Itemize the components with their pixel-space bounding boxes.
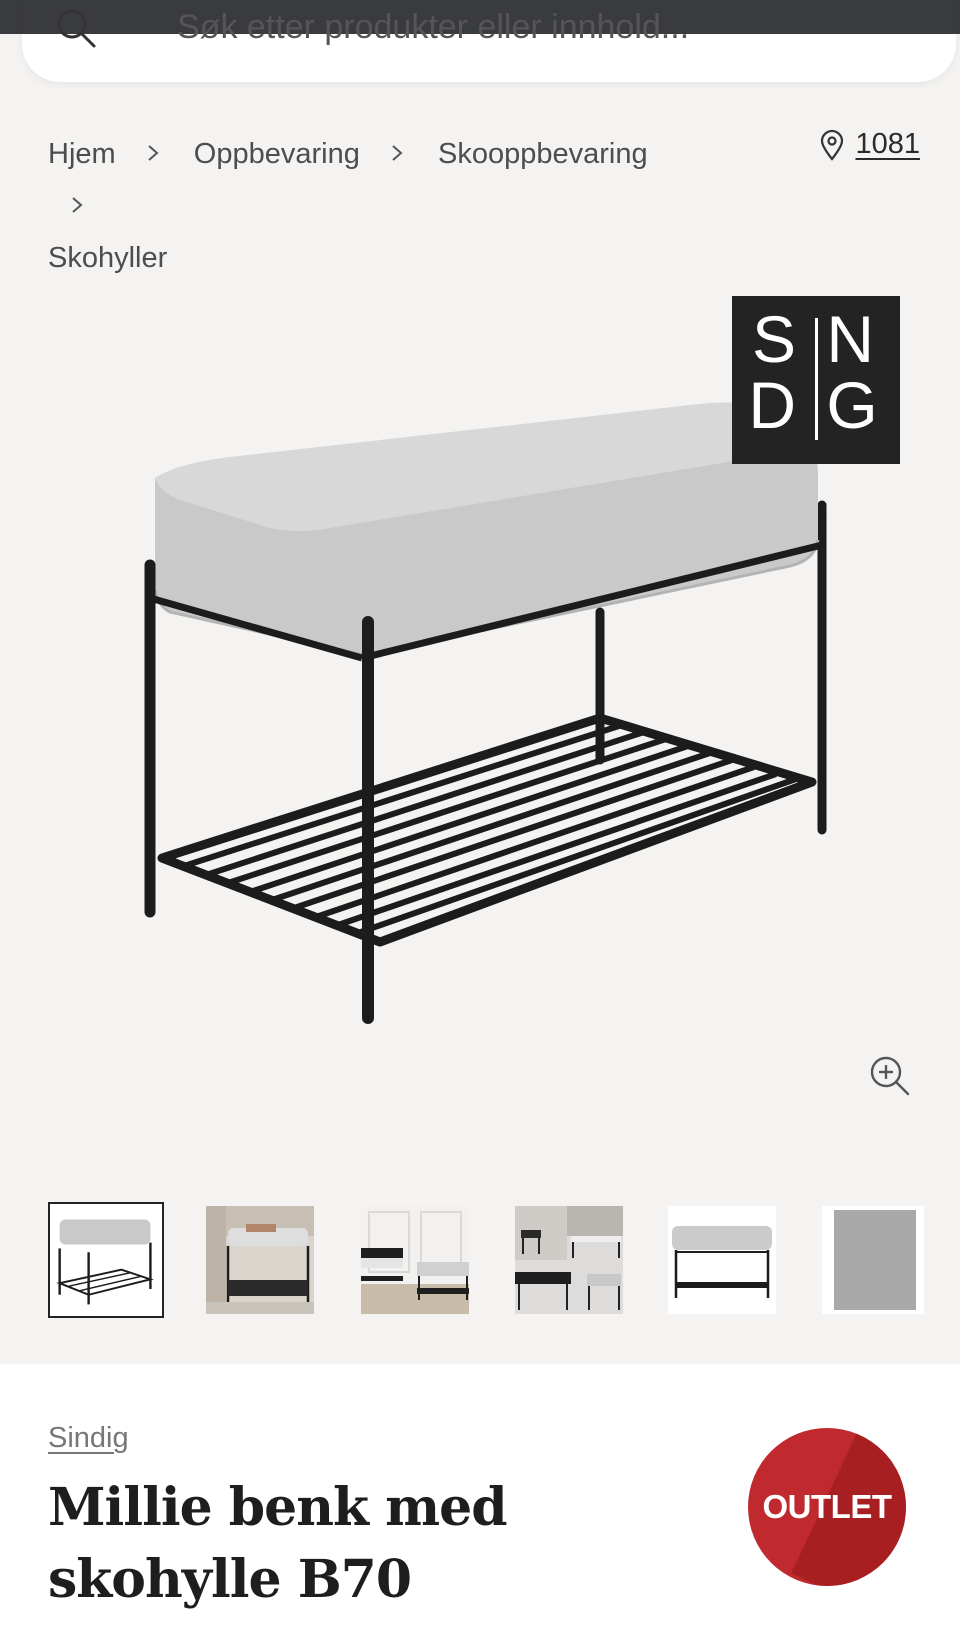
chevron-right-icon: [72, 197, 83, 214]
product-info: Sindig Millie benk med skohylle B70 OUTL…: [0, 1364, 960, 1636]
thumbnail-2[interactable]: [206, 1206, 314, 1314]
store-selector[interactable]: 1081: [819, 128, 920, 161]
chevron-right-icon: [148, 145, 159, 162]
search-bar[interactable]: Søk etter produkter eller innhold...: [22, 0, 956, 82]
brand-link[interactable]: Sindig: [48, 1422, 129, 1455]
thumbnail-1[interactable]: [48, 1202, 164, 1318]
store-number[interactable]: 1081: [855, 128, 920, 161]
product-title: Millie benk med skohylle B70: [48, 1477, 508, 1610]
brand-logo: S ND G: [732, 296, 900, 464]
breadcrumb-item-hjem[interactable]: Hjem: [48, 128, 116, 180]
thumbnail-5[interactable]: [668, 1206, 776, 1314]
thumbnail-4[interactable]: [515, 1206, 623, 1314]
thumbnail-3[interactable]: [361, 1206, 469, 1314]
breadcrumb-item-skooppbevaring[interactable]: Skooppbevaring: [438, 128, 648, 180]
breadcrumb-item-oppbevaring[interactable]: Oppbevaring: [194, 128, 360, 180]
search-icon[interactable]: [54, 8, 98, 52]
thumbnail-6[interactable]: [822, 1206, 924, 1314]
outlet-badge-label: OUTLET: [762, 1488, 892, 1525]
search-input[interactable]: Søk etter produkter eller innhold...: [177, 8, 689, 47]
chevron-right-icon: [392, 145, 403, 162]
location-pin-icon: [821, 129, 844, 161]
zoom-in-icon[interactable]: [868, 1054, 912, 1098]
outlet-badge: OUTLET: [748, 1428, 906, 1586]
